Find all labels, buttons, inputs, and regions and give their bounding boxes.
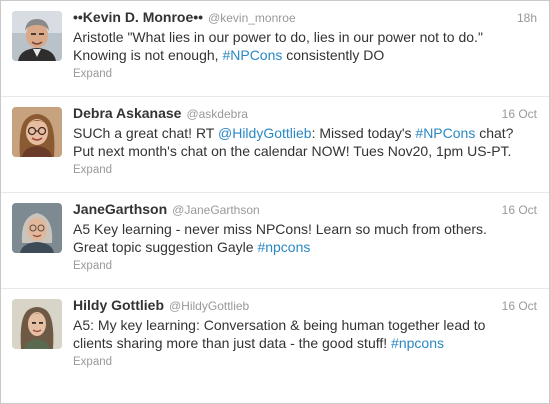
tweet-item[interactable]: ••Kevin D. Monroe•• @kevin_monroe 18h Ar… — [1, 1, 549, 97]
man-gray-hair-avatar-icon — [12, 11, 62, 61]
tweet-username[interactable]: @JaneGarthson — [172, 203, 260, 217]
avatar[interactable] — [12, 203, 62, 253]
tweet-username[interactable]: @askdebra — [186, 107, 248, 121]
tweet-content: Hildy Gottlieb @HildyGottlieb 16 Oct A5:… — [73, 297, 537, 370]
woman-long-hair-avatar-icon — [12, 299, 62, 349]
expand-link[interactable]: Expand — [73, 164, 112, 176]
hashtag-link[interactable]: #npcons — [257, 239, 310, 255]
hashtag-link[interactable]: #NPCons — [222, 47, 282, 63]
avatar[interactable] — [12, 299, 62, 349]
tweet-text-segment: : Missed today's — [311, 125, 416, 141]
tweet-header: Hildy Gottlieb @HildyGottlieb 16 Oct — [73, 297, 537, 315]
tweet-text-segment: consistently DO — [282, 47, 385, 63]
tweet-fullname[interactable]: JaneGarthson — [73, 201, 167, 217]
tweet-fullname[interactable]: Hildy Gottlieb — [73, 297, 164, 313]
tweet-header: Debra Askanase @askdebra 16 Oct — [73, 105, 537, 123]
expand-link[interactable]: Expand — [73, 68, 112, 80]
tweet-timestamp[interactable]: 16 Oct — [502, 107, 537, 121]
avatar[interactable] — [12, 11, 62, 61]
tweet-header: JaneGarthson @JaneGarthson 16 Oct — [73, 201, 537, 219]
hashtag-link[interactable]: #NPCons — [415, 125, 475, 141]
avatar[interactable] — [12, 107, 62, 157]
expand-link[interactable]: Expand — [73, 260, 112, 272]
tweet-item[interactable]: JaneGarthson @JaneGarthson 16 Oct A5 Key… — [1, 193, 549, 289]
tweet-item[interactable]: Hildy Gottlieb @HildyGottlieb 16 Oct A5:… — [1, 289, 549, 385]
tweet-content: ••Kevin D. Monroe•• @kevin_monroe 18h Ar… — [73, 9, 537, 82]
tweet-fullname[interactable]: Debra Askanase — [73, 105, 181, 121]
tweet-content: Debra Askanase @askdebra 16 Oct SUCh a g… — [73, 105, 537, 178]
tweet-fullname[interactable]: ••Kevin D. Monroe•• — [73, 9, 203, 25]
tweet-username[interactable]: @HildyGottlieb — [169, 299, 249, 313]
tweet-text: SUCh a great chat! RT @HildyGottlieb: Mi… — [73, 124, 525, 160]
hashtag-link[interactable]: #npcons — [391, 335, 444, 351]
tweet-username[interactable]: @kevin_monroe — [208, 11, 296, 25]
expand-link[interactable]: Expand — [73, 356, 112, 368]
tweet-timestamp[interactable]: 18h — [517, 11, 537, 25]
tweet-timestamp[interactable]: 16 Oct — [502, 203, 537, 217]
tweet-text-segment: SUCh a great chat! RT — [73, 125, 218, 141]
tweet-timeline: ••Kevin D. Monroe•• @kevin_monroe 18h Ar… — [0, 0, 550, 404]
mention-link[interactable]: @HildyGottlieb — [218, 125, 312, 141]
tweet-text: Aristotle "What lies in our power to do,… — [73, 28, 525, 64]
tweet-item[interactable]: Debra Askanase @askdebra 16 Oct SUCh a g… — [1, 97, 549, 193]
tweet-content: JaneGarthson @JaneGarthson 16 Oct A5 Key… — [73, 201, 537, 274]
tweet-text: A5 Key learning - never miss NPCons! Lea… — [73, 220, 525, 256]
tweet-timestamp[interactable]: 16 Oct — [502, 299, 537, 313]
tweet-header: ••Kevin D. Monroe•• @kevin_monroe 18h — [73, 9, 537, 27]
tweet-text: A5: My key learning: Conversation & bein… — [73, 316, 525, 352]
woman-gray-hair-avatar-icon — [12, 203, 62, 253]
woman-glasses-avatar-icon — [12, 107, 62, 157]
